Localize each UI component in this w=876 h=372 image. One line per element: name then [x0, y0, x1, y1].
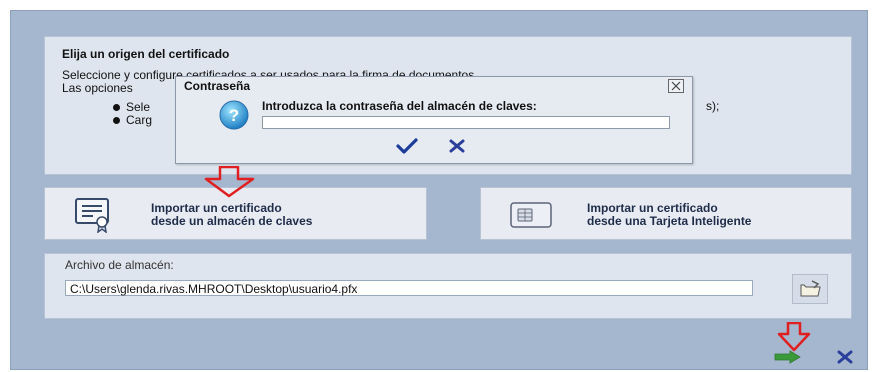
bullet-suffix-text: s); — [706, 99, 720, 113]
dialog-close-button[interactable] — [668, 79, 684, 93]
label-line-2: desde un almacén de claves — [151, 214, 313, 228]
bullet-icon — [113, 117, 120, 125]
close-button[interactable] — [834, 349, 856, 365]
help-icon: ? — [219, 100, 249, 130]
cancel-button[interactable] — [446, 137, 468, 155]
label-line-2: desde una Tarjeta Inteligente — [587, 214, 752, 228]
panel-title: Elija un origen del certificado — [62, 47, 230, 61]
option-bullet-2: Carg — [113, 113, 152, 127]
keystore-file-panel: Archivo de almacén: C:\Users\glenda.riva… — [44, 253, 852, 319]
dialog-title: Contraseña — [184, 79, 251, 93]
folder-icon — [800, 280, 821, 297]
password-prompt: Introduzca la contraseña del almacén de … — [262, 99, 537, 113]
main-window: Elija un origen del certificado Seleccio… — [10, 10, 868, 370]
red-arrow-icon — [777, 322, 811, 352]
bullet-text: Carg — [126, 113, 153, 127]
cancel-icon — [449, 139, 465, 153]
keystore-file-label: Archivo de almacén: — [65, 258, 174, 272]
certificate-icon — [75, 198, 109, 233]
option-bullet-1: Sele — [113, 100, 150, 114]
smartcard-icon — [510, 202, 552, 228]
import-from-smartcard-button[interactable]: Importar un certificado desde una Tarjet… — [480, 187, 852, 240]
bullet-text: Sele — [126, 100, 151, 114]
next-button[interactable] — [772, 350, 802, 364]
next-arrow-icon — [774, 350, 801, 364]
password-input[interactable] — [262, 116, 670, 129]
confirm-button[interactable] — [396, 137, 418, 155]
bullet-icon — [113, 104, 120, 112]
close-icon — [837, 350, 853, 364]
password-dialog: Contraseña ? Introduzca la contraseña de… — [175, 76, 693, 164]
import-keystore-label: Importar un certificado desde un almacén… — [151, 202, 312, 228]
keystore-path-field[interactable]: C:\Users\glenda.rivas.MHROOT\Desktop\usu… — [65, 280, 753, 296]
red-arrow-icon — [204, 166, 255, 198]
close-icon — [671, 81, 681, 91]
check-icon — [396, 138, 418, 154]
browse-button[interactable] — [792, 274, 828, 304]
svg-text:?: ? — [229, 106, 239, 125]
import-smartcard-label: Importar un certificado desde una Tarjet… — [587, 202, 751, 228]
